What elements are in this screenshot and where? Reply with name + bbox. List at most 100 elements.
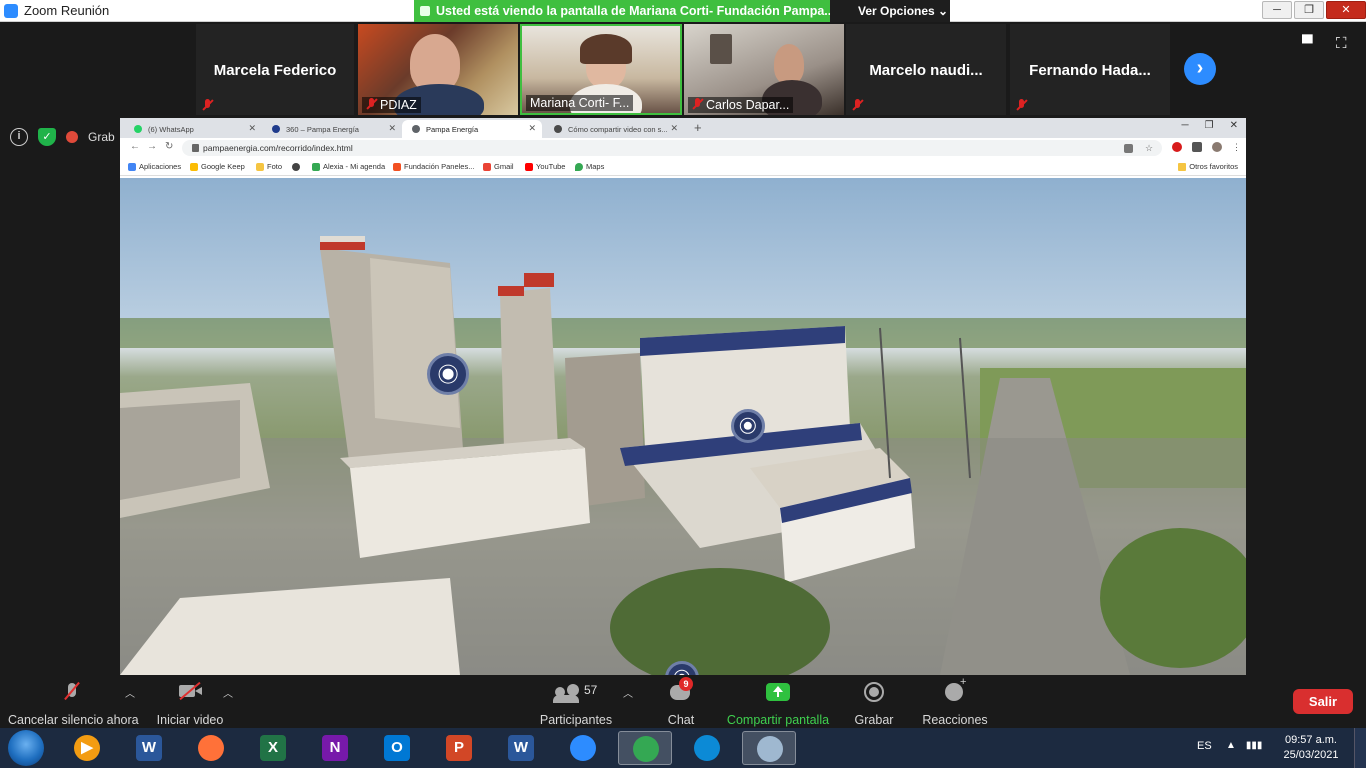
taskbar-app-edge[interactable]: [680, 731, 734, 765]
close-button[interactable]: ✕: [1326, 1, 1366, 19]
puzzle-icon[interactable]: [1192, 142, 1202, 152]
input-language[interactable]: ES: [1197, 740, 1212, 752]
reload-icon[interactable]: ↻: [165, 141, 173, 152]
smiley-plus-icon: +: [943, 675, 967, 705]
bookmark-label: Fundación Paneles...: [404, 162, 475, 171]
new-tab-button[interactable]: +: [694, 120, 702, 135]
participant-tile[interactable]: Marcela Federico: [196, 24, 354, 115]
start-button[interactable]: [8, 730, 44, 766]
participant-tile[interactable]: Marcelo naudi...: [846, 24, 1006, 115]
shield-icon[interactable]: ✓: [38, 128, 56, 146]
star-icon[interactable]: ☆: [1145, 144, 1154, 153]
bookmark-item[interactable]: Foto: [256, 162, 282, 171]
translate-icon[interactable]: [1124, 144, 1133, 153]
taskbar-app-word[interactable]: W: [122, 731, 176, 765]
chat-button[interactable]: 9 Chat: [660, 675, 702, 728]
participant-label: PDIAZ: [362, 97, 421, 113]
powerpoint-icon: P: [446, 735, 472, 761]
close-tab-icon[interactable]: ✕: [248, 123, 256, 134]
bookmark-item[interactable]: Maps: [575, 162, 604, 171]
screen-share-icon: [420, 6, 430, 16]
participant-name: Marcelo naudi...: [869, 62, 983, 79]
bookmark-item[interactable]: Fundación Paneles...: [393, 162, 474, 171]
avatar[interactable]: [1212, 142, 1222, 152]
network-signal-icon[interactable]: ▮▮▮: [1246, 740, 1263, 751]
shared-browser-window: (6) WhatsApp ✕ 360 – Pampa Energía ✕ Pam…: [120, 118, 1246, 675]
minimize-button[interactable]: ─: [1262, 1, 1292, 19]
tray-expand-icon[interactable]: ▲: [1226, 740, 1236, 751]
taskbar-app-excel[interactable]: X: [246, 731, 300, 765]
taskbar-app-outlook[interactable]: O: [370, 731, 424, 765]
start-video-button[interactable]: Iniciar video: [152, 675, 228, 728]
browser-window-controls: ─ ❐ ✕: [1182, 120, 1238, 131]
taskbar-app-chrome[interactable]: [618, 731, 672, 765]
participant-tile[interactable]: Fernando Hada...: [1010, 24, 1170, 115]
participant-label: Mariana Corti- F...: [526, 95, 634, 111]
menu-dots-icon[interactable]: ⋮: [1232, 142, 1242, 152]
other-bookmarks[interactable]: Otros favoritos: [1178, 162, 1238, 171]
window-controls: ─ ❐ ✕: [1262, 1, 1366, 21]
taskbar-app-word-2[interactable]: W: [494, 731, 548, 765]
recording-icon: [66, 131, 78, 143]
restore-button[interactable]: ❐: [1294, 1, 1324, 19]
tour-hotspot[interactable]: [731, 409, 765, 443]
participants-caret-icon[interactable]: ︿: [623, 685, 633, 700]
close-tab-icon[interactable]: ✕: [670, 123, 678, 134]
forward-icon[interactable]: →: [147, 141, 157, 152]
leave-meeting-button[interactable]: Salir: [1293, 689, 1353, 714]
participant-tile-video[interactable]: PDIAZ: [358, 24, 518, 115]
taskbar-app-firefox[interactable]: [184, 731, 238, 765]
bookmark-item[interactable]: Google Keep: [190, 162, 245, 171]
participants-button[interactable]: 57 Participantes: [538, 675, 614, 728]
fullscreen-icon[interactable]: ⛶: [1336, 36, 1354, 52]
close-icon[interactable]: ✕: [1230, 120, 1238, 131]
bookmark-item[interactable]: YouTube: [525, 162, 565, 171]
address-bar[interactable]: pampaenergia.com/recorrido/index.html ☆: [182, 140, 1162, 156]
record-button[interactable]: Grabar: [852, 675, 896, 728]
browser-tab[interactable]: (6) WhatsApp ✕: [124, 120, 262, 138]
taskbar-app-onenote[interactable]: N: [308, 731, 362, 765]
tour-hotspot[interactable]: [427, 353, 469, 395]
restore-icon[interactable]: ❐: [1205, 120, 1214, 131]
chat-unread-badge: 9: [679, 677, 693, 691]
agenda-icon: [312, 163, 320, 171]
virtual-tour-viewer[interactable]: [120, 178, 1246, 675]
muted-mic-icon: [692, 98, 704, 110]
audio-options-caret-icon[interactable]: ︿: [125, 685, 135, 700]
view-options-button[interactable]: Ver Opciones ⌄: [830, 0, 950, 22]
video-options-caret-icon[interactable]: ︿: [223, 685, 233, 700]
close-tab-icon[interactable]: ✕: [528, 123, 536, 134]
record-icon: [863, 675, 885, 705]
view-layout-icon[interactable]: ▀: [1302, 36, 1320, 52]
browser-tab[interactable]: Cómo compartir video con s... ✕: [544, 120, 684, 138]
participant-tile-video[interactable]: Carlos Dapar...: [684, 24, 844, 115]
opera-extension-icon[interactable]: [1172, 142, 1182, 152]
browser-tab[interactable]: 360 – Pampa Energía ✕: [262, 120, 402, 138]
next-page-arrow-icon[interactable]: ›: [1184, 53, 1216, 85]
info-icon[interactable]: i: [10, 128, 28, 146]
close-tab-icon[interactable]: ✕: [388, 123, 396, 134]
taskbar-app-powerpoint[interactable]: P: [432, 731, 486, 765]
taskbar-app-paint[interactable]: [742, 731, 796, 765]
participant-tile-video-active[interactable]: Mariana Corti- F...: [520, 24, 682, 115]
reactions-button[interactable]: + Reacciones: [922, 675, 988, 728]
system-clock[interactable]: 09:57 a.m. 25/03/2021: [1276, 733, 1346, 763]
show-desktop-button[interactable]: [1354, 728, 1366, 768]
taskbar-app-zoom[interactable]: [556, 731, 610, 765]
bookmark-apps[interactable]: Aplicaciones: [128, 162, 181, 171]
taskbar-app-media-player[interactable]: ▶: [60, 731, 114, 765]
system-tray: ▲ ▮▮▮: [1226, 740, 1262, 751]
minimize-icon[interactable]: ─: [1182, 120, 1189, 131]
chat-label: Chat: [667, 713, 695, 727]
bookmark-label: Maps: [586, 162, 605, 171]
browser-tab-active[interactable]: Pampa Energía ✕: [402, 120, 542, 138]
view-options-label: Ver Opciones: [858, 4, 935, 18]
bookmark-item[interactable]: Alexia - Mi agenda: [312, 162, 385, 171]
globe-icon: [412, 125, 420, 133]
unmute-button[interactable]: Cancelar silencio ahora: [8, 675, 139, 728]
share-screen-button[interactable]: Compartir pantalla: [726, 675, 830, 728]
bookmark-item[interactable]: Gmail: [483, 162, 514, 171]
muted-mic-icon: [202, 99, 214, 111]
folder-icon: [256, 163, 264, 171]
back-icon[interactable]: ←: [130, 141, 140, 152]
